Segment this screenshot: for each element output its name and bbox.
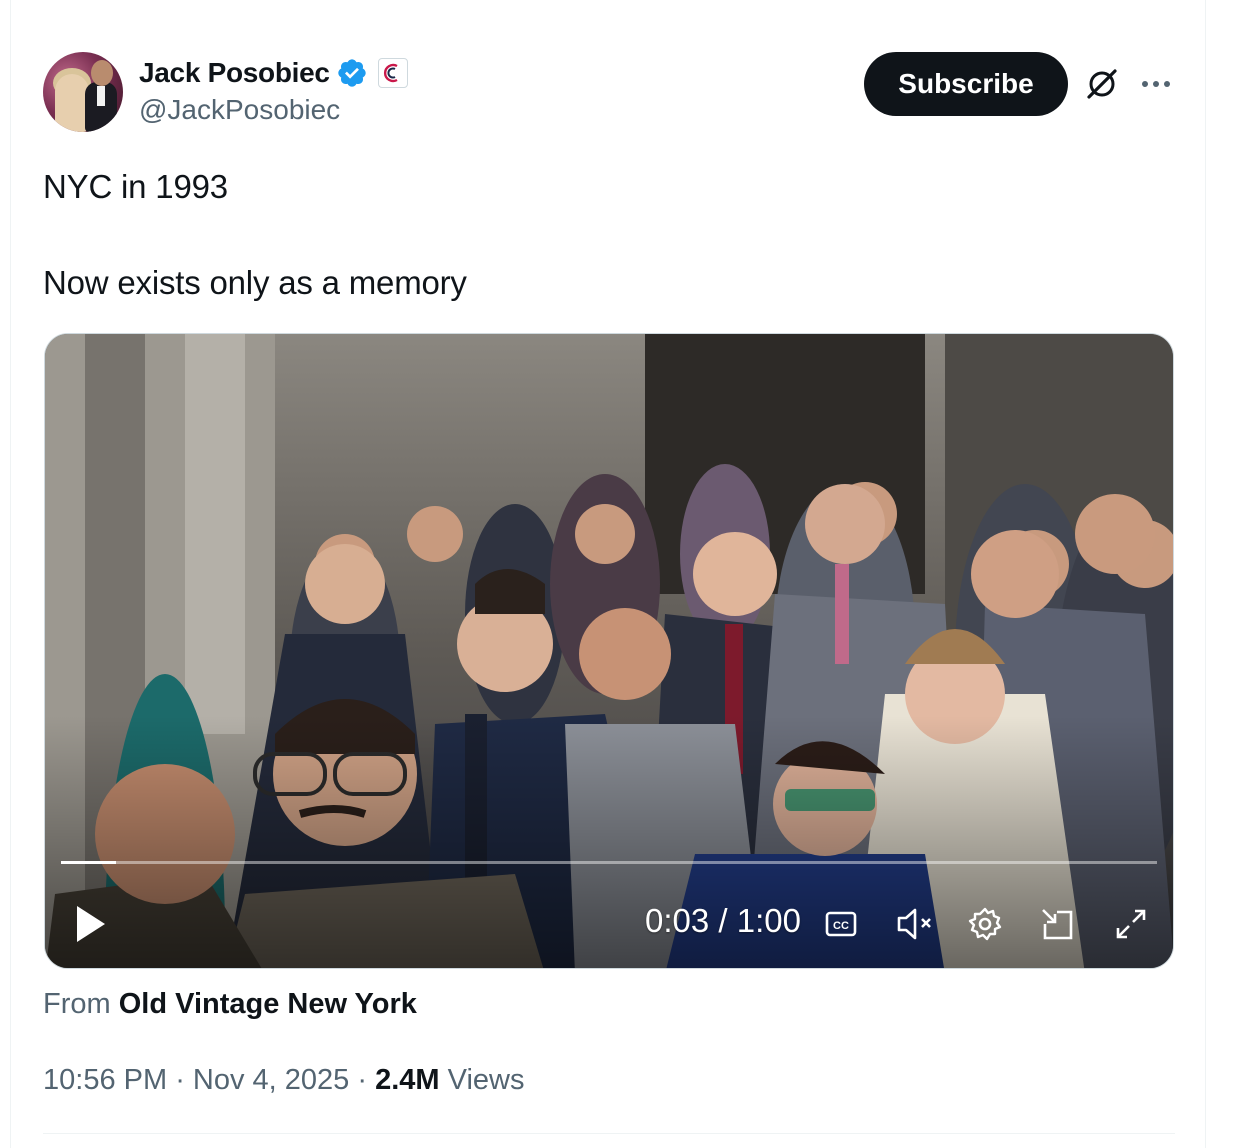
post-text-line: NYC in 1993 [43, 168, 228, 205]
more-icon[interactable] [1138, 66, 1174, 102]
post-time[interactable]: 10:56 PM [43, 1064, 167, 1096]
picture-in-picture-icon[interactable] [1039, 906, 1075, 942]
author-row: Jack Posobiec [139, 56, 408, 90]
meta-separator: · [349, 1064, 376, 1096]
media-source: From Old Vintage New York [43, 988, 417, 1021]
video-time: 0:03 / 1:00 [645, 902, 801, 939]
post-meta: 10:56 PM · Nov 4, 2025 · 2.4M Views [43, 1064, 524, 1097]
mute-icon[interactable] [895, 906, 935, 942]
video-progress-bar[interactable] [61, 861, 1157, 864]
meta-separator: · [167, 1064, 193, 1096]
play-icon[interactable] [73, 904, 109, 944]
author-name[interactable]: Jack Posobiec [139, 57, 330, 89]
video-frame [45, 334, 1173, 968]
subscribe-button[interactable]: Subscribe [864, 52, 1068, 116]
svg-text:CC: CC [833, 920, 849, 932]
video-progress-fill [61, 861, 116, 864]
fullscreen-icon[interactable] [1113, 906, 1149, 942]
views-label: Views [439, 1064, 525, 1096]
grok-icon[interactable] [1084, 66, 1120, 102]
post-text-line: Now exists only as a memory [43, 264, 467, 301]
media-source-prefix: From [43, 988, 111, 1020]
divider [43, 1133, 1175, 1134]
author-handle[interactable]: @JackPosobiec [139, 94, 340, 126]
media-source-link[interactable]: Old Vintage New York [119, 988, 417, 1020]
avatar[interactable] [43, 52, 123, 132]
post-date[interactable]: Nov 4, 2025 [193, 1064, 349, 1096]
settings-icon[interactable] [967, 906, 1003, 942]
video-player[interactable]: 0:03 / 1:00 CC [44, 333, 1174, 969]
captions-icon[interactable]: CC [825, 908, 857, 940]
verified-badge-icon [336, 57, 368, 89]
affiliate-badge-icon[interactable] [377, 58, 408, 88]
views-count: 2.4M [375, 1064, 440, 1096]
